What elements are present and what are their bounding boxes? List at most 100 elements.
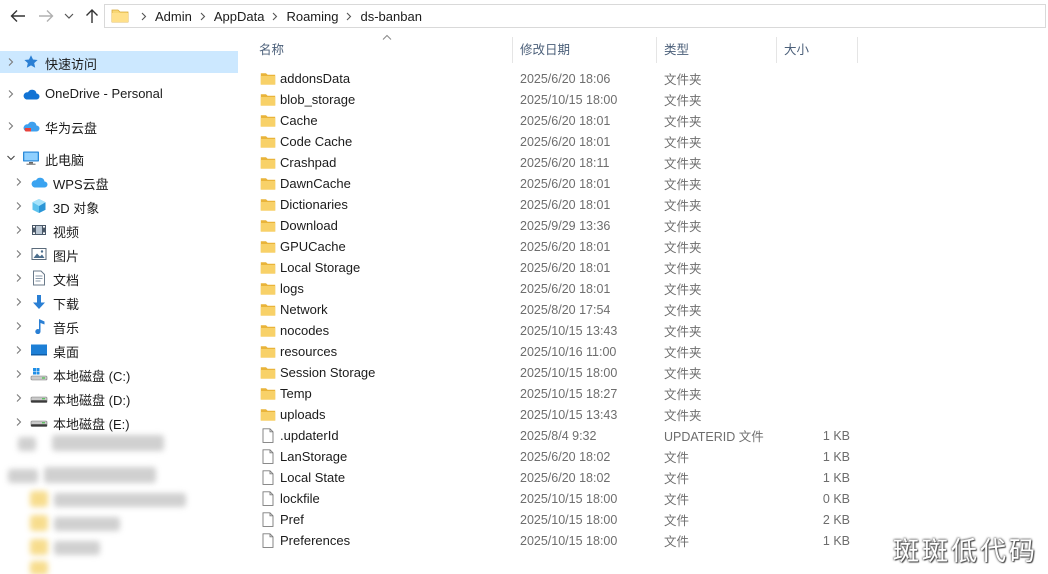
breadcrumb-separator[interactable]	[192, 12, 214, 21]
item-type: 文件夹	[664, 94, 702, 108]
expand-chevron-icon[interactable]	[14, 321, 24, 331]
up-arrow-icon[interactable]	[82, 6, 102, 26]
file-row[interactable]: lockfile 2025/10/15 18:00 文件 0 KB	[254, 488, 854, 509]
sidebar-item[interactable]: WPS云盘	[0, 171, 238, 193]
expand-chevron-icon[interactable]	[6, 121, 16, 131]
item-modified-date: 2025/6/20 18:01	[520, 134, 611, 149]
breadcrumb-separator[interactable]	[338, 12, 360, 21]
folder-row[interactable]: Cache 2025/6/20 18:01 文件夹	[254, 110, 854, 131]
file-row[interactable]: .updaterId 2025/8/4 9:32 UPDATERID 文件 1 KB	[254, 425, 854, 446]
column-divider[interactable]	[776, 37, 777, 63]
sidebar-item[interactable]: 文档	[0, 267, 238, 289]
expand-chevron-icon[interactable]	[14, 369, 24, 379]
expand-chevron-icon[interactable]	[14, 225, 24, 235]
folder-row[interactable]: logs 2025/6/20 18:01 文件夹	[254, 278, 854, 299]
folder-row[interactable]: Session Storage 2025/10/15 18:00 文件夹	[254, 362, 854, 383]
sidebar-item[interactable]: 视频	[0, 219, 238, 241]
folder-row[interactable]: Local Storage 2025/6/20 18:01 文件夹	[254, 257, 854, 278]
expand-chevron-icon[interactable]	[6, 89, 16, 99]
item-name: Pref	[280, 512, 304, 527]
redacted-label	[54, 493, 186, 507]
drive-icon	[30, 390, 48, 406]
computer-icon	[22, 150, 40, 166]
column-header-name[interactable]: 名称	[259, 33, 509, 63]
item-modified-date: 2025/10/15 18:00	[520, 92, 618, 107]
folder-row[interactable]: Network 2025/8/20 17:54 文件夹	[254, 299, 854, 320]
sidebar-item[interactable]: 本地磁盘 (D:)	[0, 387, 238, 409]
file-row[interactable]: LanStorage 2025/6/20 18:02 文件 1 KB	[254, 446, 854, 467]
file-row[interactable]: Preferences 2025/10/15 18:00 文件 1 KB	[254, 530, 854, 551]
forward-arrow-icon[interactable]	[36, 6, 56, 26]
expand-chevron-icon[interactable]	[14, 393, 24, 403]
breadcrumb-ds-banban[interactable]: ds-banban	[360, 9, 421, 24]
file-row[interactable]: Pref 2025/10/15 18:00 文件 2 KB	[254, 509, 854, 530]
navigation-pane: 快速访问 OneDrive - Personal 华为云盘此电脑 WPS云盘 3D 对象…	[0, 33, 240, 574]
column-header-date[interactable]: 修改日期	[520, 33, 650, 63]
recent-locations-chevron-icon[interactable]	[62, 6, 76, 26]
column-header-size[interactable]: 大小	[784, 33, 854, 63]
sidebar-item[interactable]: 音乐	[0, 315, 238, 337]
redacted-label	[52, 435, 164, 451]
sidebar-item-label: WPS云盘	[53, 177, 109, 192]
folder-row[interactable]: Crashpad 2025/6/20 18:11 文件夹	[254, 152, 854, 173]
item-modified-date: 2025/6/20 18:01	[520, 239, 611, 254]
sidebar-item[interactable]: 本地磁盘 (C:)	[0, 363, 238, 385]
folder-row[interactable]: addonsData 2025/6/20 18:06 文件夹	[254, 68, 854, 89]
sidebar-item[interactable]: 此电脑	[0, 147, 238, 169]
folder-row[interactable]: Code Cache 2025/6/20 18:01 文件夹	[254, 131, 854, 152]
sidebar-item[interactable]: 下载	[0, 291, 238, 313]
sidebar-item[interactable]: 华为云盘	[0, 115, 238, 137]
breadcrumb-admin[interactable]: Admin	[155, 9, 192, 24]
column-divider[interactable]	[656, 37, 657, 63]
expand-chevron-icon[interactable]	[14, 273, 24, 283]
file-icon	[262, 470, 274, 485]
back-arrow-icon[interactable]	[8, 6, 28, 26]
folder-row[interactable]: Dictionaries 2025/6/20 18:01 文件夹	[254, 194, 854, 215]
sidebar-item[interactable]: 桌面	[0, 339, 238, 361]
sidebar-item[interactable]: 3D 对象	[0, 195, 238, 217]
folder-row[interactable]: nocodes 2025/10/15 13:43 文件夹	[254, 320, 854, 341]
column-divider[interactable]	[512, 37, 513, 63]
sidebar-item-label: 本地磁盘 (C:)	[53, 369, 131, 384]
folder-row[interactable]: resources 2025/10/16 11:00 文件夹	[254, 341, 854, 362]
document-icon	[30, 270, 48, 286]
sidebar-item[interactable]: 图片	[0, 243, 238, 265]
item-type: 文件夹	[664, 346, 702, 360]
drive-icon	[30, 414, 48, 430]
expand-chevron-icon[interactable]	[6, 57, 16, 67]
expand-chevron-icon[interactable]	[14, 201, 24, 211]
expand-chevron-icon[interactable]	[14, 297, 24, 307]
sidebar-item[interactable]: 本地磁盘 (E:)	[0, 411, 238, 433]
breadcrumb-separator[interactable]	[264, 12, 286, 21]
column-header-type[interactable]: 类型	[664, 33, 764, 63]
folder-icon	[260, 178, 276, 190]
expand-chevron-icon[interactable]	[14, 345, 24, 355]
folder-row[interactable]: DawnCache 2025/6/20 18:01 文件夹	[254, 173, 854, 194]
sidebar-item-label: OneDrive - Personal	[45, 86, 163, 101]
sidebar-item[interactable]: OneDrive - Personal	[0, 83, 238, 105]
breadcrumb-appdata[interactable]: AppData	[214, 9, 265, 24]
item-type: 文件夹	[664, 178, 702, 192]
file-row[interactable]: Local State 2025/6/20 18:02 文件 1 KB	[254, 467, 854, 488]
folder-row[interactable]: Temp 2025/10/15 18:27 文件夹	[254, 383, 854, 404]
address-bar[interactable]: Admin AppData Roaming ds-banban	[104, 4, 1046, 28]
folder-icon	[260, 157, 276, 169]
cloud-icon	[22, 86, 40, 102]
folder-icon	[260, 283, 276, 295]
folder-row[interactable]: Download 2025/9/29 13:36 文件夹	[254, 215, 854, 236]
file-icon	[262, 533, 274, 548]
folder-row[interactable]: blob_storage 2025/10/15 18:00 文件夹	[254, 89, 854, 110]
breadcrumb-separator[interactable]	[133, 12, 155, 21]
folder-row[interactable]: GPUCache 2025/6/20 18:01 文件夹	[254, 236, 854, 257]
expand-chevron-icon[interactable]	[14, 417, 24, 427]
item-type: 文件夹	[664, 241, 702, 255]
expand-chevron-icon[interactable]	[14, 177, 24, 187]
folder-row[interactable]: uploads 2025/10/15 13:43 文件夹	[254, 404, 854, 425]
sidebar-item[interactable]: 快速访问	[0, 51, 238, 73]
breadcrumb-roaming[interactable]: Roaming	[286, 9, 338, 24]
collapse-chevron-icon[interactable]	[6, 153, 16, 163]
item-modified-date: 2025/6/20 18:06	[520, 71, 611, 86]
column-divider[interactable]	[857, 37, 858, 63]
redacted-folder-icon	[30, 561, 48, 574]
expand-chevron-icon[interactable]	[14, 249, 24, 259]
